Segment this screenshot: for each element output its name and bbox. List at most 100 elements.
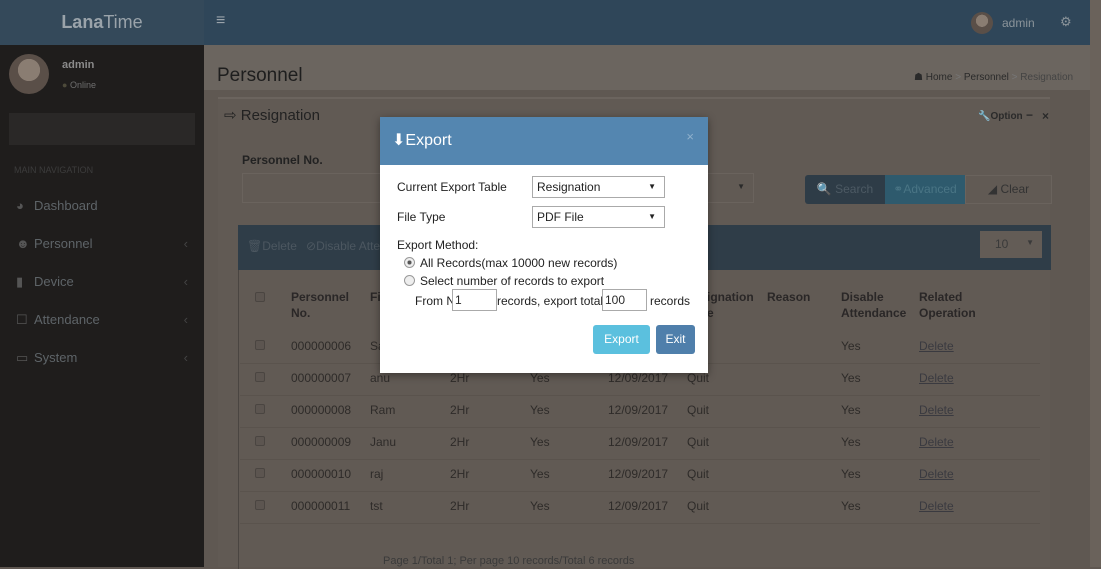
- close-icon[interactable]: ×: [686, 117, 694, 157]
- sidebar-item-dashboard[interactable]: ◕ Dashboard: [0, 187, 204, 225]
- all-records-radio[interactable]: [404, 257, 415, 268]
- table-cell: 000000010: [291, 467, 352, 481]
- row-divider: [240, 427, 1040, 428]
- row-checkbox[interactable]: [255, 500, 265, 510]
- export-dialog: ⬇Export × Current Export Table Resignati…: [380, 117, 708, 373]
- avatar: [9, 54, 49, 94]
- table-cell: Yes: [530, 435, 550, 449]
- delete-link[interactable]: Delete: [919, 403, 954, 417]
- table-cell: Yes: [841, 435, 861, 449]
- pagination-info: Page 1/Total 1; Per page 10 records/Tota…: [383, 555, 635, 567]
- close-icon[interactable]: ×: [1042, 109, 1049, 123]
- table-cell: Quit: [687, 371, 710, 385]
- dialog-header: ⬇Export ×: [380, 117, 708, 165]
- row-divider: [240, 459, 1040, 460]
- select-records-radio[interactable]: [404, 275, 415, 286]
- breadcrumb-current: Resignation: [1020, 72, 1074, 83]
- minimize-icon[interactable]: −: [1026, 108, 1033, 122]
- sidebar-item-system[interactable]: ▭ System ‹: [0, 339, 204, 377]
- table-cell: 2Hr: [450, 435, 470, 449]
- delete-link[interactable]: Delete: [919, 499, 954, 513]
- sidebar-item-personnel[interactable]: ☻ Personnel ‹: [0, 225, 204, 263]
- delete-link[interactable]: Delete: [919, 435, 954, 449]
- breadcrumb: ☗ Home > Personnel > Resignation: [914, 72, 1074, 83]
- file-type-label: File Type: [397, 210, 446, 224]
- row-checkbox[interactable]: [255, 372, 265, 382]
- hamburger-icon[interactable]: ≡: [216, 12, 225, 30]
- table-cell: Yes: [530, 499, 550, 513]
- sidebar-item-device[interactable]: ▮ Device ‹: [0, 263, 204, 301]
- export-total-input[interactable]: 100: [602, 289, 647, 311]
- table-cell: 2Hr: [450, 499, 470, 513]
- sign-out-icon: ⇨: [224, 107, 237, 124]
- table-cell: Yes: [841, 403, 861, 417]
- col-header: Disable Attendance: [841, 290, 907, 320]
- file-type-select[interactable]: PDF File ▼: [532, 206, 665, 228]
- breadcrumb-home[interactable]: Home: [926, 72, 953, 83]
- select-all-checkbox[interactable]: [255, 292, 265, 302]
- table-cell: Quit: [687, 499, 710, 513]
- table-cell: 000000011: [291, 499, 351, 513]
- disable-attendance-button[interactable]: ⊘Disable Atte: [306, 239, 380, 253]
- table-cell: Quit: [687, 467, 710, 481]
- sidebar-search[interactable]: [9, 113, 195, 145]
- user-name[interactable]: admin: [1002, 16, 1035, 30]
- table-cell: Yes: [530, 467, 550, 481]
- delete-link[interactable]: Delete: [919, 467, 954, 481]
- dashboard-icon: ◕: [16, 198, 24, 213]
- records-label: records: [650, 294, 691, 308]
- from-no-input[interactable]: 1: [452, 289, 497, 311]
- logo[interactable]: LanaTime: [0, 0, 204, 45]
- table-cell: Yes: [841, 371, 861, 385]
- sidebar: admin ● Online MAIN NAVIGATION ◕ Dashboar…: [0, 45, 204, 567]
- sidebar-user: admin: [62, 59, 95, 71]
- delete-link[interactable]: Delete: [919, 339, 954, 353]
- table-cell: 000000008: [291, 403, 352, 417]
- row-divider: [240, 395, 1040, 396]
- option-button[interactable]: 🔧Option: [978, 111, 1023, 122]
- page-size-select[interactable]: 10 ▼: [980, 231, 1042, 258]
- all-records-label: All Records(max 10000 new records): [420, 256, 618, 270]
- search-button[interactable]: 🔍 Search: [805, 175, 885, 204]
- exit-button[interactable]: Exit: [656, 325, 695, 354]
- table-cell: 12/09/2017: [608, 371, 669, 385]
- gears-icon[interactable]: ⚙: [1060, 14, 1072, 30]
- search-icon: 🔍: [816, 182, 832, 196]
- table-cell: Quit: [687, 403, 710, 417]
- delete-button[interactable]: 🗑Delete: [247, 239, 297, 253]
- advanced-button[interactable]: ⚭Advanced: [885, 175, 965, 204]
- export-table-select[interactable]: Resignation ▼: [532, 176, 665, 198]
- table-cell: Yes: [841, 499, 861, 513]
- delete-link[interactable]: Delete: [919, 371, 954, 385]
- row-checkbox[interactable]: [255, 340, 265, 350]
- download-icon: ⬇: [392, 132, 406, 149]
- table-cell: 12/09/2017: [608, 435, 669, 449]
- breadcrumb-personnel[interactable]: Personnel: [964, 72, 1009, 83]
- clear-button[interactable]: ◢ Clear: [965, 175, 1052, 204]
- table-cell: 000000009: [291, 435, 352, 449]
- table-cell: Ram: [370, 403, 396, 417]
- table-cell: Yes: [841, 467, 861, 481]
- table-cell: 000000007: [291, 371, 352, 385]
- select-records-label: Select number of records to export: [420, 274, 605, 288]
- row-checkbox[interactable]: [255, 436, 265, 446]
- status: ● Online: [62, 80, 96, 90]
- section-label: MAIN NAVIGATION: [14, 165, 94, 175]
- table-cell: 2Hr: [450, 467, 470, 481]
- row-checkbox[interactable]: [255, 468, 265, 478]
- sidebar-item-attendance[interactable]: ☐ Attendance ‹: [0, 301, 204, 339]
- export-button[interactable]: Export: [593, 325, 650, 354]
- avatar[interactable]: [971, 12, 993, 34]
- row-divider: [240, 491, 1040, 492]
- home-icon: ☗: [914, 72, 923, 83]
- table-cell: raj: [370, 467, 384, 481]
- row-checkbox[interactable]: [255, 404, 265, 414]
- table-cell: Quit: [687, 435, 710, 449]
- table-cell: Yes: [841, 339, 861, 353]
- attendance-icon: ☐: [16, 312, 28, 327]
- device-icon: ▮: [16, 274, 24, 289]
- table-cell: 12/09/2017: [608, 499, 669, 513]
- col-header: Personnel No.: [291, 290, 350, 320]
- row-divider: [240, 523, 1040, 524]
- table-cell: tst: [370, 499, 383, 513]
